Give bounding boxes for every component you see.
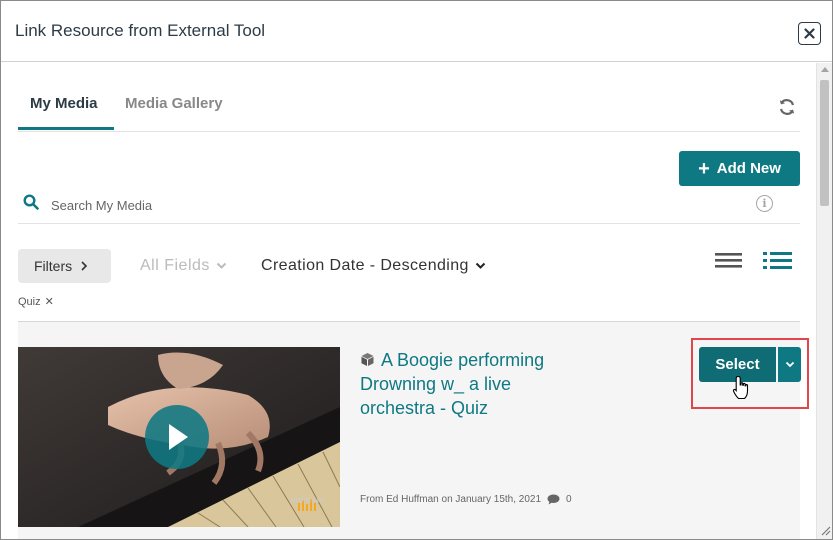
thumbnail-brand: audiomack — [290, 497, 324, 504]
media-tabs: My Media Media Gallery — [18, 63, 800, 132]
media-meta-text: From Ed Huffman on January 15th, 2021 — [360, 494, 542, 505]
search-bar: i — [18, 188, 800, 224]
filters-label: Filters — [34, 258, 73, 274]
sort-dropdown-label: Creation Date - Descending — [261, 257, 469, 274]
scroll-up-arrow-icon[interactable] — [821, 67, 829, 72]
scrollbar[interactable] — [816, 63, 832, 539]
search-icon — [23, 194, 39, 210]
dialog-header: Link Resource from External Tool — [1, 1, 832, 62]
close-icon — [804, 28, 815, 39]
comment-count: 0 — [566, 494, 572, 505]
tab-my-media[interactable]: My Media — [30, 95, 98, 112]
scroll-thumb[interactable] — [820, 80, 829, 206]
dialog-content: My Media Media Gallery + Add New i Filte… — [1, 63, 816, 539]
list-view-icon[interactable] — [715, 249, 743, 271]
close-button[interactable] — [798, 22, 821, 45]
media-title[interactable]: A Boogie performing Drowning w_ a live o… — [360, 348, 590, 420]
tab-media-gallery[interactable]: Media Gallery — [125, 95, 223, 112]
active-filter-tag[interactable]: Quiz ✕ — [18, 295, 54, 309]
remove-filter-icon[interactable]: ✕ — [45, 295, 54, 308]
media-thumbnail[interactable]: audiomack — [18, 347, 340, 527]
info-icon[interactable]: i — [756, 195, 773, 212]
filter-tag-label: Quiz — [18, 295, 41, 308]
chevron-right-icon — [81, 261, 88, 271]
detailed-list-view-icon[interactable] — [763, 249, 792, 271]
add-new-label: Add New — [716, 160, 781, 177]
media-result-card: audiomack A Boogie performing Drowning w… — [18, 322, 801, 539]
chevron-down-icon — [475, 262, 486, 269]
media-meta: From Ed Huffman on January 15th, 2021 0 — [360, 494, 572, 505]
sort-dropdown[interactable]: Creation Date - Descending — [261, 257, 486, 275]
dialog: Link Resource from External Tool My Medi… — [0, 0, 833, 540]
hand-cursor-icon — [732, 375, 749, 400]
plus-icon: + — [698, 157, 710, 180]
fields-dropdown-label: All Fields — [140, 257, 210, 274]
add-new-button[interactable]: + Add New — [679, 151, 800, 186]
fields-dropdown[interactable]: All Fields — [140, 257, 227, 275]
comment-icon — [547, 494, 560, 505]
play-icon — [169, 424, 188, 450]
dialog-title: Link Resource from External Tool — [15, 21, 266, 40]
search-input[interactable] — [51, 194, 651, 216]
refresh-icon[interactable] — [777, 97, 797, 117]
chevron-down-icon — [216, 262, 227, 269]
resize-grip-icon[interactable] — [819, 524, 831, 536]
play-button[interactable] — [145, 405, 209, 469]
media-title-text: A Boogie performing Drowning w_ a live o… — [360, 350, 545, 418]
cube-icon — [361, 353, 374, 366]
active-tab-indicator — [18, 127, 114, 130]
filters-button[interactable]: Filters — [18, 249, 111, 283]
